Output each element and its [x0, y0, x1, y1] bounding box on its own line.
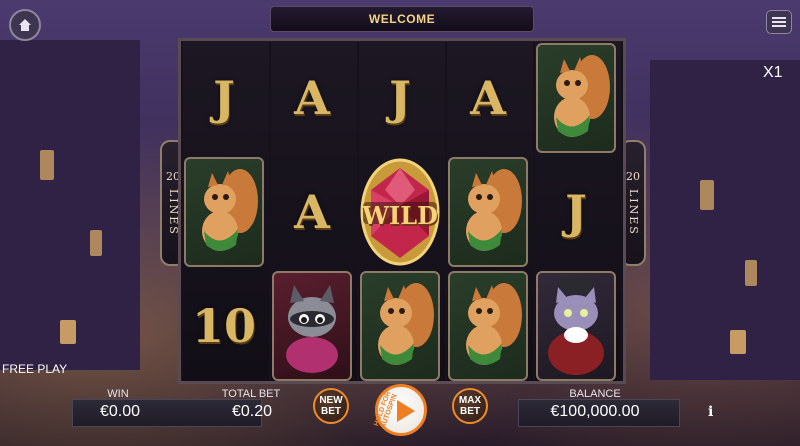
- cat-icon: [536, 271, 616, 381]
- reel-symbol-squirrel: [447, 270, 529, 382]
- balance-label: BALANCE: [569, 388, 621, 400]
- hamburger-menu-icon: [772, 17, 786, 27]
- welcome-text: WELCOME: [368, 12, 436, 26]
- reel-symbol-10: 10: [191, 299, 256, 353]
- welcome-banner: WELCOME: [270, 6, 534, 32]
- reel-symbol-squirrel: [183, 156, 265, 268]
- menu-button[interactable]: [766, 10, 792, 34]
- squirrel-icon: [448, 271, 528, 381]
- reel-symbol-squirrel: [535, 42, 617, 154]
- squirrel-icon: [184, 157, 264, 267]
- home-button[interactable]: [9, 9, 41, 41]
- total-bet-value: €0.20: [231, 403, 273, 420]
- win-label: WIN: [107, 388, 129, 400]
- wild-label: WILD: [362, 201, 438, 230]
- total-bet-label: TOTAL BET: [221, 388, 281, 400]
- reel-symbol-squirrel: [447, 156, 529, 268]
- win-value: €0.00: [99, 403, 141, 420]
- squirrel-icon: [360, 271, 440, 381]
- max-bet-button[interactable]: MAX BET: [452, 388, 488, 424]
- home-icon: [19, 19, 31, 31]
- squirrel-icon: [536, 43, 616, 153]
- reel-symbol-a: A: [470, 71, 506, 125]
- raccoon-icon: [272, 271, 352, 381]
- reel-symbol-j: J: [213, 71, 235, 125]
- reel-symbol-raccoon: [271, 270, 353, 382]
- reel-symbol-a: A: [294, 71, 330, 125]
- reel-symbol-j: J: [389, 71, 411, 125]
- new-bet-button[interactable]: NEW BET: [313, 388, 349, 424]
- play-icon: [397, 400, 415, 422]
- reel-symbol-a: A: [294, 185, 330, 239]
- reel-symbol-cat: [535, 270, 617, 382]
- reel-symbol-j: J: [565, 185, 587, 239]
- balance-value: €100,000.00: [550, 403, 640, 420]
- multiplier-indicator: X1: [763, 64, 783, 81]
- reel-symbol-wild: WILD: [359, 156, 441, 268]
- free-play-label: FREE PLAY: [2, 362, 68, 376]
- lines-word: LINES: [627, 188, 640, 236]
- lines-number: 20: [626, 169, 640, 183]
- info-button[interactable]: i: [708, 404, 713, 420]
- reel-symbol-squirrel: [359, 270, 441, 382]
- squirrel-icon: [448, 157, 528, 267]
